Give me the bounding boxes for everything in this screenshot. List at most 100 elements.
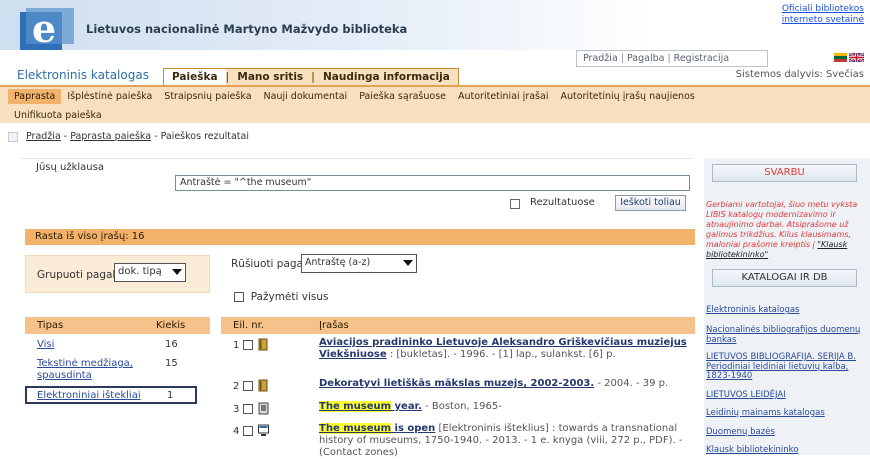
search-more-button[interactable]: Ieškoti toliau: [615, 195, 686, 211]
sidebar-link[interactable]: Leidinių mainams katalogas: [706, 408, 868, 419]
main-tabs: Paieška | Mano sritis | Naudinga informa…: [163, 68, 459, 86]
group-panel: Grupuoti pagal dok. tipą Tipas Kiekis Vi…: [25, 245, 210, 455]
result-details: - Boston, 1965-: [421, 401, 502, 412]
official-site-link[interactable]: Oficiali bibliotekos interneto svetainė: [772, 4, 864, 26]
svg-text:e: e: [32, 8, 56, 50]
query-area: Jūsų užklausa Antraštė = "^the museum" R…: [20, 158, 693, 215]
type-table-header: Tipas Kiekis: [25, 317, 210, 334]
breadcrumb-box-icon: [8, 131, 18, 142]
result-title-link[interactable]: is open: [391, 423, 436, 434]
type-row-selected: Elektroniniai ištekliai 1: [25, 386, 197, 404]
top-link-help[interactable]: Pagalba: [627, 53, 664, 64]
sidebar-link[interactable]: Duomenų bazės: [706, 427, 868, 438]
subnav-advanced[interactable]: Išplėstinė paieška: [61, 91, 158, 102]
sort-select-value: Antraštę (a-z): [305, 257, 371, 268]
library-logo-icon: e: [20, 8, 74, 50]
results-panel: Rūšiuoti pagal Antraštę (a-z) Pažymėti v…: [221, 245, 695, 459]
query-input[interactable]: Antraštė = "^the museum": [175, 175, 690, 191]
sort-label: Rūšiuoti pagal: [231, 258, 306, 270]
type-link[interactable]: Elektroniniai ištekliai: [37, 390, 141, 401]
sidebar-link[interactable]: Nacionalinės bibliografijos duomenų bank…: [706, 325, 868, 345]
type-link[interactable]: Visi: [37, 339, 54, 350]
sort-select[interactable]: Antraštę (a-z): [301, 254, 417, 273]
result-checkbox[interactable]: [243, 426, 253, 436]
important-box: SVARBU: [712, 164, 857, 182]
lithuanian-flag-icon[interactable]: [834, 53, 847, 62]
breadcrumb: Pradžia - Paprasta paieška - Paieškos re…: [8, 131, 249, 142]
result-record: The museum year. - Boston, 1965-: [319, 401, 691, 413]
top-link-register[interactable]: Registracija: [674, 53, 729, 64]
result-number: 2: [233, 381, 240, 392]
warning-notice: Gerbiami vartotojai, šiuo metu vyksta LI…: [706, 200, 866, 260]
type-row: Visi 16: [25, 339, 210, 353]
book-icon: [258, 379, 268, 392]
type-count: 16: [165, 339, 178, 350]
book-icon: [258, 402, 269, 415]
record-col-header: Įrašas: [319, 320, 349, 331]
subnav-list-search[interactable]: Paieška sąrašuose: [353, 91, 452, 102]
group-select[interactable]: dok. tipą: [114, 263, 186, 282]
breadcrumb-current: Paieškos rezultatai: [160, 131, 249, 142]
num-col-header: Eil. nr.: [233, 320, 264, 331]
group-select-value: dok. tipą: [118, 266, 162, 277]
type-link[interactable]: Tekstinė medžiaga, spausdinta: [37, 358, 147, 382]
mark-all-label: Pažymėti visus: [250, 291, 329, 303]
sidebar-link[interactable]: Klausk bibliotekininko: [706, 445, 868, 456]
monitor-icon: [258, 424, 269, 436]
query-label: Jūsų užklausa: [36, 162, 104, 173]
result-details: - 2004. - 39 p.: [594, 378, 669, 389]
type-count: 1: [167, 390, 174, 401]
result-row: 3 The museum year. - Boston, 1965-: [221, 401, 695, 417]
sidebar: SVARBU Gerbiami vartotojai, šiuo metu vy…: [704, 158, 870, 455]
system-user: Sistemos dalyvis: Svečias: [735, 69, 864, 80]
result-details: : [bukletas]. - 1996. - [1] lap., sulank…: [386, 349, 616, 360]
subnav-unified[interactable]: Unifikuota paieška: [8, 110, 108, 121]
result-number: 1: [233, 340, 240, 351]
result-checkbox[interactable]: [243, 381, 253, 391]
result-title-highlight[interactable]: The museum: [319, 423, 392, 434]
tab-search[interactable]: Paieška: [164, 68, 226, 86]
tab-useful-info[interactable]: Naudinga informacija: [315, 71, 458, 83]
result-checkbox[interactable]: [243, 404, 253, 414]
type-row: Tekstinė medžiaga, spausdinta 15: [25, 358, 210, 384]
result-row: 1 Aviacijos pradininko Lietuvoje Aleksan…: [221, 337, 695, 373]
result-title-link[interactable]: year.: [391, 401, 422, 412]
tab-my-area[interactable]: Mano sritis: [229, 71, 311, 83]
type-col-header: Tipas: [37, 320, 64, 331]
group-label: Grupuoti pagal: [37, 269, 116, 281]
sub-navigation: Paprasta Išplėstinė paieška Straipsnių p…: [0, 85, 870, 123]
chevron-down-icon: [403, 260, 413, 266]
result-title-link[interactable]: Dekoratyvi lietiškās mākslas muzejs, 200…: [319, 378, 594, 389]
sidebar-link[interactable]: LIETUVOS LEIDĖJAI: [706, 390, 868, 401]
type-count: 15: [165, 358, 178, 369]
mark-all-checkbox[interactable]: [234, 292, 244, 302]
catalogs-box: KATALOGAI IR DB: [712, 269, 857, 287]
catalog-title: Elektroninis katalogas: [17, 68, 149, 82]
result-record: Dekoratyvi lietiškās mākslas muzejs, 200…: [319, 378, 691, 390]
uk-flag-icon[interactable]: [849, 53, 864, 62]
top-link-home[interactable]: Pradžia: [583, 53, 618, 64]
count-col-header: Kiekis: [156, 320, 186, 331]
results-table-header: Eil. nr. Įrašas: [221, 317, 695, 334]
subnav-authority[interactable]: Autoritetiniai įrašai: [452, 91, 554, 102]
result-checkbox[interactable]: [243, 340, 253, 350]
result-title-highlight[interactable]: The museum: [319, 401, 392, 412]
subnav-articles[interactable]: Straipsnių paieška: [158, 91, 257, 102]
result-record: The museum is open [Elektroninis ištekli…: [319, 423, 691, 459]
subnav-simple[interactable]: Paprasta: [8, 89, 62, 104]
result-number: 4: [233, 426, 240, 437]
breadcrumb-home[interactable]: Pradžia: [26, 131, 61, 142]
top-links: Pradžia | Pagalba | Registracija: [576, 50, 768, 67]
subnav-authority-news[interactable]: Autoritetinių įrašų naujienos: [554, 91, 700, 102]
header-banner: e Lietuvos nacionalinė Martyno Mažvydo b…: [0, 0, 870, 50]
sidebar-link[interactable]: Elektroninis katalogas: [706, 305, 868, 316]
subnav-new-docs[interactable]: Nauji dokumentai: [258, 91, 354, 102]
result-row: 4 The museum is open [Elektroninis ištek…: [221, 423, 695, 459]
book-icon: [258, 338, 268, 351]
sidebar-link[interactable]: LIETUVOS BIBLIOGRAFIJA. SERIJA B. Period…: [706, 352, 868, 382]
result-row: 2 Dekoratyvi lietiškās mākslas muzejs, 2…: [221, 378, 695, 394]
library-title: Lietuvos nacionalinė Martyno Mažvydo bib…: [86, 22, 408, 36]
breadcrumb-simple-search[interactable]: Paprasta paieška: [70, 131, 151, 142]
within-results-checkbox[interactable]: [510, 199, 520, 209]
within-results-label: Rezultatuose: [530, 197, 595, 208]
